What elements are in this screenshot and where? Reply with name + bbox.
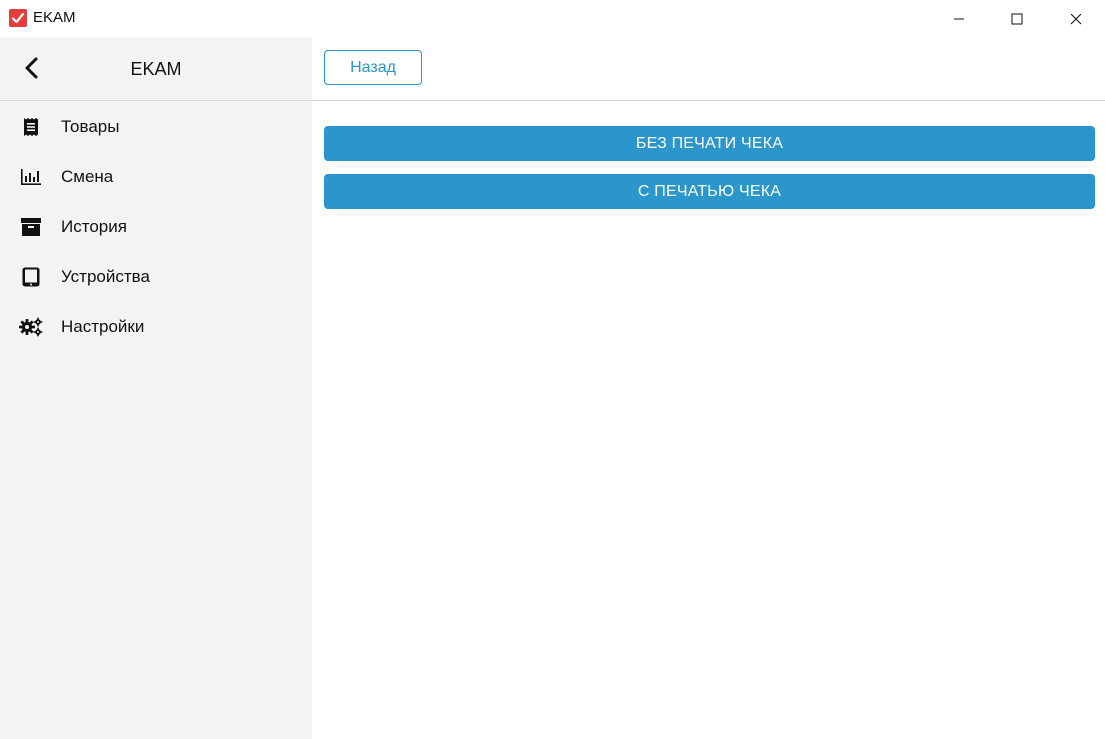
main-toolbar: Назад — [312, 37, 1105, 101]
maximize-icon — [1011, 13, 1023, 24]
sidebar-item-settings[interactable]: Настройки — [0, 301, 312, 351]
sidebar-header: EKAM — [0, 37, 312, 101]
minimize-button[interactable] — [930, 0, 988, 37]
app-logo-icon — [9, 9, 27, 27]
close-button[interactable] — [1047, 0, 1105, 37]
sidebar: EKAM Товары Смена История Устройства Нас… — [0, 37, 312, 739]
close-icon — [1070, 13, 1082, 24]
sidebar-item-shift[interactable]: Смена — [0, 151, 312, 201]
sidebar-nav: Товары Смена История Устройства Настройк… — [0, 101, 312, 351]
back-button[interactable]: Назад — [324, 50, 422, 85]
app-window: EKAM EKAM Товары Смена История Устройств… — [0, 0, 1105, 739]
sidebar-item-label: Товары — [61, 117, 120, 136]
sidebar-item-label: Устройства — [61, 267, 150, 286]
receipt-icon — [19, 115, 43, 139]
window-title: EKAM — [33, 9, 76, 26]
minimize-icon — [954, 18, 964, 19]
receipt-print-button[interactable]: С ПЕЧАТЬЮ ЧЕКА — [324, 174, 1095, 209]
bar-chart-icon — [19, 165, 43, 189]
sidebar-item-label: Смена — [61, 167, 114, 186]
tablet-icon — [19, 265, 43, 289]
sidebar-item-products[interactable]: Товары — [0, 101, 312, 151]
sidebar-item-devices[interactable]: Устройства — [0, 251, 312, 301]
title-bar: EKAM — [0, 0, 1105, 37]
gears-icon — [19, 315, 43, 339]
no-receipt-print-button[interactable]: БЕЗ ПЕЧАТИ ЧЕКА — [324, 126, 1095, 161]
sidebar-item-label: История — [61, 217, 127, 236]
archive-icon — [19, 215, 43, 239]
sidebar-item-label: Настройки — [61, 317, 145, 336]
maximize-button[interactable] — [988, 0, 1046, 37]
main-panel: Назад БЕЗ ПЕЧАТИ ЧЕКА С ПЕЧАТЬЮ ЧЕКА — [312, 37, 1105, 739]
sidebar-item-history[interactable]: История — [0, 201, 312, 251]
sidebar-title: EKAM — [130, 59, 182, 79]
